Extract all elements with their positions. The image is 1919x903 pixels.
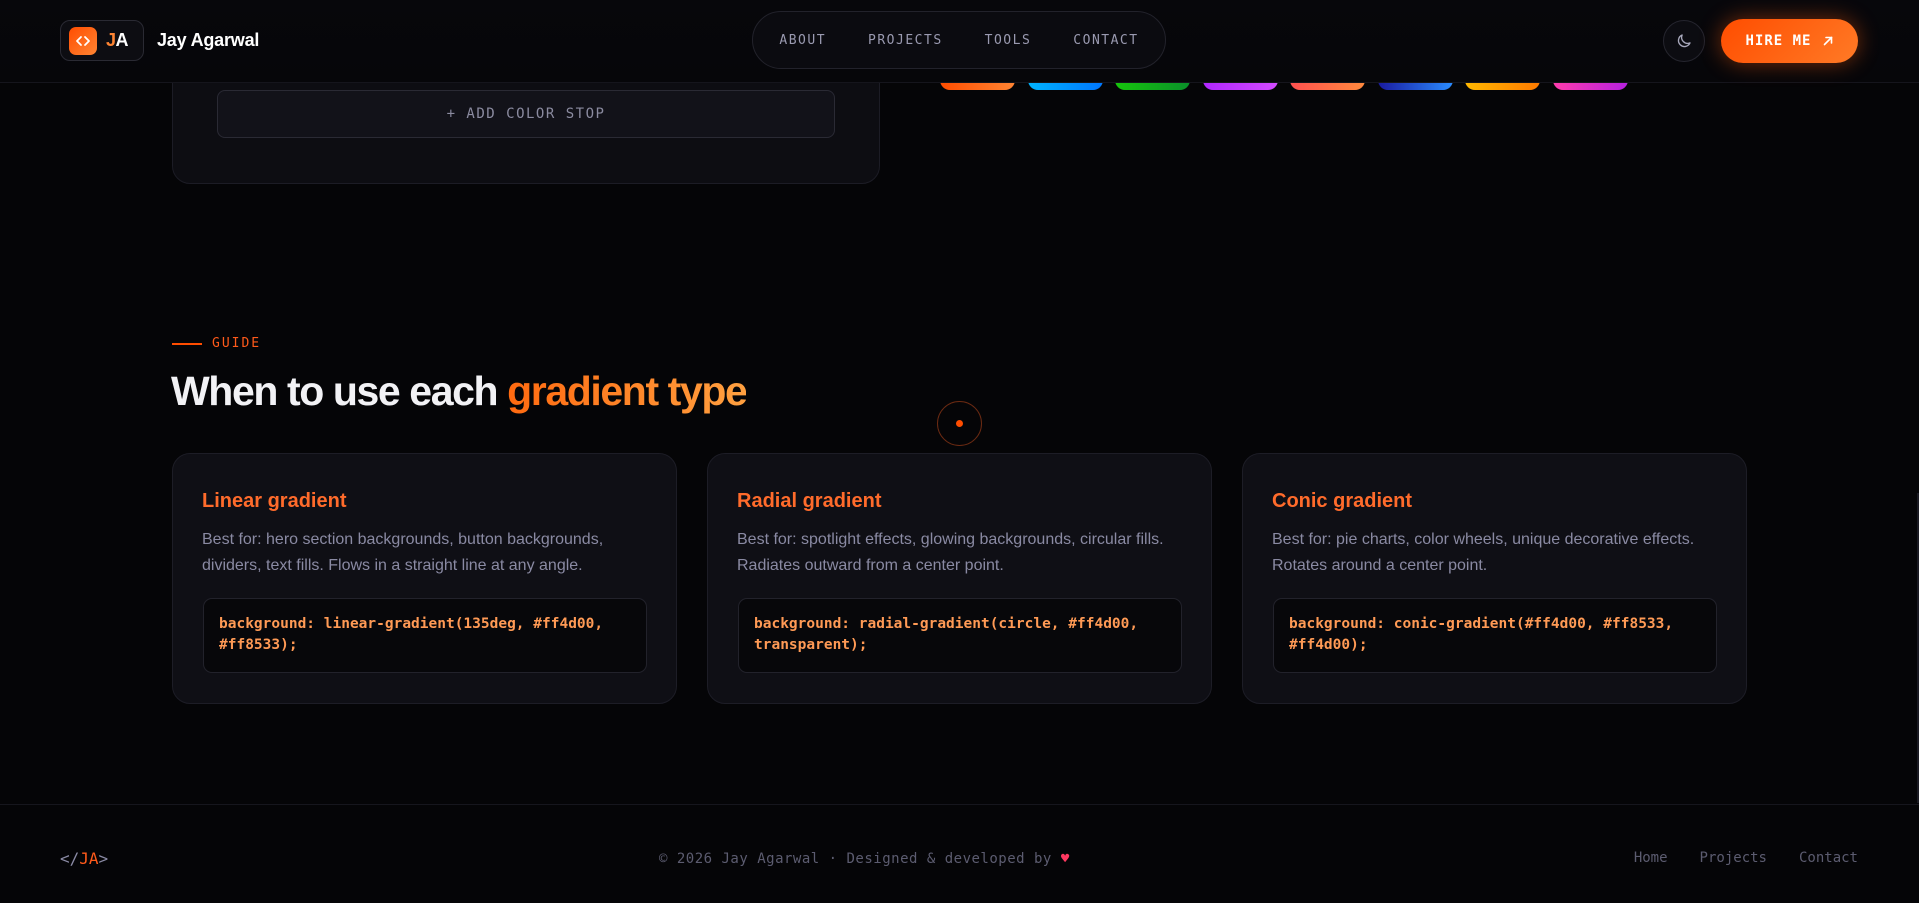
add-color-stop-button[interactable]: + ADD COLOR STOP bbox=[217, 90, 835, 138]
theme-toggle-button[interactable] bbox=[1663, 20, 1705, 62]
card-title: Radial gradient bbox=[737, 490, 882, 512]
heart-icon: ♥ bbox=[1060, 851, 1070, 867]
main-nav: ABOUT PROJECTS TOOLS CONTACT bbox=[752, 11, 1166, 69]
site-footer: </JA> © 2026 Jay Agarwal · Designed & de… bbox=[0, 804, 1919, 903]
card-description: Best for: hero section backgrounds, butt… bbox=[202, 531, 604, 574]
code-line: background: linear-gradient(135deg, #ff4… bbox=[219, 616, 604, 632]
guide-card-radial: Radial gradient Best for: spotlight effe… bbox=[707, 453, 1212, 704]
card-title: Conic gradient bbox=[1272, 490, 1413, 512]
heading-accent: gradient type bbox=[507, 368, 748, 414]
code-line: #ff8533); bbox=[219, 637, 298, 653]
hire-me-button[interactable]: HIRE ME bbox=[1721, 19, 1858, 63]
code-snippet[interactable]: background: conic-gradient(#ff4d00, #ff8… bbox=[1273, 598, 1717, 673]
code-line: background: conic-gradient(#ff4d00, #ff8… bbox=[1289, 616, 1674, 632]
code-brackets-icon bbox=[69, 26, 97, 55]
card-description: Best for: spotlight effects, glowing bac… bbox=[737, 531, 1164, 574]
code-line: transparent); bbox=[754, 637, 868, 653]
logo-initials: JA bbox=[106, 30, 129, 50]
logo-badge[interactable]: JA bbox=[60, 20, 144, 61]
brand-name[interactable]: Jay Agarwal bbox=[157, 30, 259, 51]
section-heading: When to use each gradient type bbox=[171, 368, 748, 414]
footer-link-projects[interactable]: Projects bbox=[1700, 850, 1767, 866]
code-snippet[interactable]: background: radial-gradient(circle, #ff4… bbox=[738, 598, 1182, 673]
code-line: background: radial-gradient(circle, #ff4… bbox=[754, 616, 1139, 632]
footer-link-home[interactable]: Home bbox=[1634, 850, 1668, 866]
code-snippet[interactable]: background: linear-gradient(135deg, #ff4… bbox=[203, 598, 647, 673]
nav-about[interactable]: ABOUT bbox=[758, 33, 847, 48]
eyebrow-line bbox=[172, 342, 202, 345]
arrow-up-right-icon bbox=[1823, 36, 1832, 46]
section-eyebrow: GUIDE bbox=[172, 336, 261, 351]
hire-me-label: HIRE ME bbox=[1745, 33, 1812, 49]
footer-link-contact[interactable]: Contact bbox=[1799, 850, 1858, 866]
moon-icon bbox=[1677, 34, 1691, 48]
custom-cursor-dot bbox=[956, 420, 963, 427]
guide-card-linear: Linear gradient Best for: hero section b… bbox=[172, 453, 677, 704]
footer-copyright: © 2026 Jay Agarwal · Designed & develope… bbox=[659, 851, 1070, 867]
card-title: Linear gradient bbox=[202, 490, 347, 512]
footer-logo[interactable]: </JA> bbox=[60, 849, 108, 868]
nav-tools[interactable]: TOOLS bbox=[964, 33, 1053, 48]
site-header: JA Jay Agarwal ABOUT PROJECTS TOOLS CONT… bbox=[0, 0, 1919, 83]
guide-card-conic: Conic gradient Best for: pie charts, col… bbox=[1242, 453, 1747, 704]
eyebrow-label: GUIDE bbox=[212, 336, 262, 351]
nav-projects[interactable]: PROJECTS bbox=[847, 33, 964, 48]
footer-links: Home Projects Contact bbox=[1634, 850, 1858, 866]
card-description: Best for: pie charts, color wheels, uniq… bbox=[1272, 531, 1695, 574]
code-line: #ff4d00); bbox=[1289, 637, 1368, 653]
nav-contact[interactable]: CONTACT bbox=[1052, 33, 1159, 48]
